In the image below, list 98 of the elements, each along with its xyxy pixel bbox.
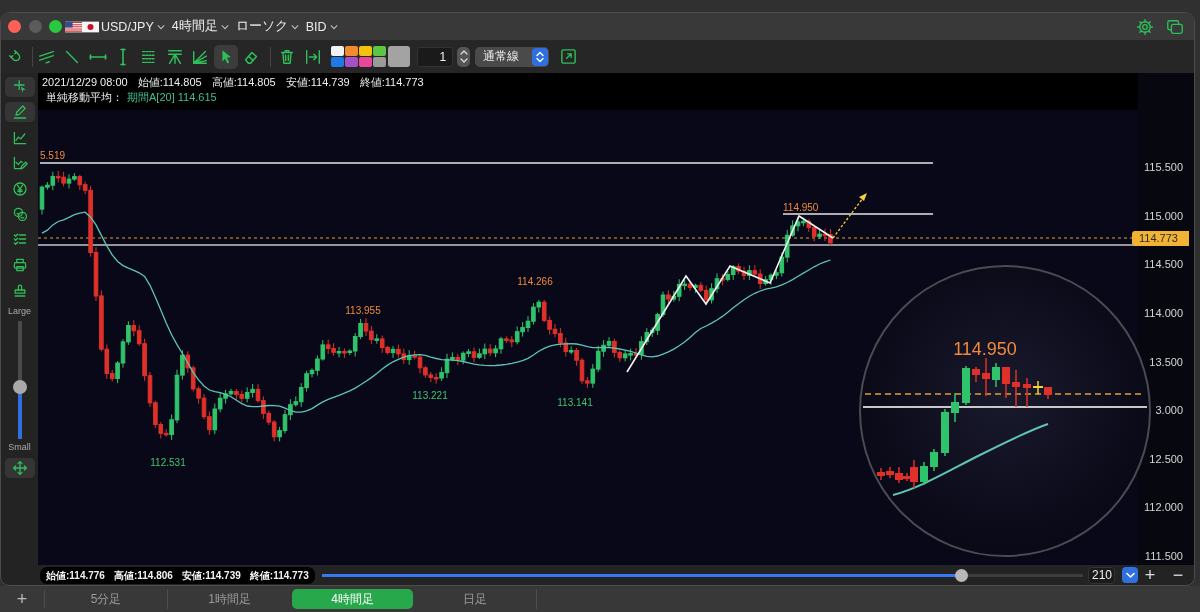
datetime-text: 2021/12/29 08:00 <box>42 75 128 90</box>
stepper-button[interactable] <box>457 46 471 67</box>
axis-label: 12.500 <box>1149 451 1183 466</box>
candle <box>972 366 980 383</box>
candle <box>1012 369 1020 408</box>
vertical-line-icon <box>120 47 127 66</box>
yen-coin-icon <box>11 180 28 197</box>
slider-thumb[interactable] <box>12 379 27 394</box>
color-swatch[interactable] <box>373 46 387 56</box>
price-label: 5.519 <box>40 150 66 161</box>
ohlc-value: 安値:114.739 <box>285 75 350 90</box>
indicator-label: 単純移動平均： <box>46 90 123 105</box>
price-label: 113.221 <box>412 390 448 401</box>
chevron-down-icon <box>290 23 299 30</box>
ohlc-value: 始値:114.776 <box>46 568 105 582</box>
arrow-to-bar-icon <box>303 47 322 66</box>
us-flag-icon <box>65 20 82 33</box>
axis-label: 13.500 <box>1149 354 1183 369</box>
color-swatch[interactable] <box>359 57 373 67</box>
current-price-tag: 114.773 <box>1132 231 1189 246</box>
axis-label: 114.000 <box>1144 306 1183 321</box>
timeframe-tab[interactable]: 日足 <box>414 589 537 609</box>
price-label: 114.950 <box>783 202 819 213</box>
line-style-dropdown[interactable]: 通常線 <box>475 46 550 67</box>
fan-lines-icon <box>165 47 184 66</box>
zoom-in-button[interactable]: + <box>1138 565 1162 585</box>
line-width-field[interactable]: 1 <box>417 46 454 67</box>
smiley-faces-icon <box>11 205 28 222</box>
zoom-out-button[interactable]: − <box>1166 565 1190 585</box>
ohlc-value: 安値:114.739 <box>181 568 241 582</box>
bar-count-dropdown[interactable] <box>1122 567 1138 583</box>
chevron-down-icon <box>156 23 165 30</box>
color-swatch[interactable] <box>331 46 345 56</box>
candle <box>962 365 970 406</box>
close-button[interactable] <box>8 20 21 33</box>
axis-label: 114.500 <box>1144 257 1183 272</box>
slider-thumb[interactable] <box>954 568 968 582</box>
axis-label: 115.500 <box>1144 160 1183 175</box>
symbol-dropdown[interactable]: USD/JPY <box>101 19 165 34</box>
dotted-arrow <box>832 193 867 239</box>
candle <box>992 362 1000 388</box>
add-tab-button[interactable]: + <box>0 590 45 608</box>
slider-label: Large <box>8 304 31 317</box>
slider-label: Small <box>8 440 31 453</box>
current-color-swatch[interactable] <box>388 46 411 67</box>
chevron-down-icon <box>1125 571 1135 579</box>
price-label: 114.950 <box>953 339 1017 359</box>
color-swatch[interactable] <box>345 46 359 56</box>
crosshair-pointer-icon <box>11 79 28 95</box>
axis-label: 111.500 <box>1144 549 1183 564</box>
bar-count-field[interactable]: 210 <box>1088 566 1115 584</box>
settings-icon[interactable] <box>1136 17 1154 36</box>
checklist-icon <box>11 231 28 248</box>
up-down-arrows-icon <box>532 47 549 66</box>
printer-icon <box>11 256 28 273</box>
ohlc-value: 終値:114.773 <box>249 568 309 582</box>
price-label: 114.266 <box>517 276 553 287</box>
color-swatch[interactable] <box>331 57 345 67</box>
candle <box>941 408 949 457</box>
chart-type-dropdown[interactable]: ローソク <box>235 18 299 35</box>
price-type-dropdown[interactable]: BID <box>305 19 338 34</box>
line-chart-icon <box>11 129 28 146</box>
pencil-icon <box>11 104 28 121</box>
ohlc-value: 高値:114.805 <box>211 75 276 90</box>
chevron-down-icon <box>329 23 338 30</box>
color-swatch[interactable] <box>345 57 359 67</box>
color-swatch[interactable] <box>373 57 387 67</box>
up-down-arrows-icon <box>459 50 468 63</box>
price-label: 113.141 <box>557 397 593 408</box>
candle <box>920 461 928 486</box>
axis-label: 3.000 <box>1155 403 1183 418</box>
zoom-button[interactable] <box>49 20 62 33</box>
timeframe-tab[interactable]: 1時間足 <box>168 589 291 609</box>
move-arrows-icon <box>11 459 28 476</box>
axis-label: 115.000 <box>1144 208 1183 223</box>
windows-icon[interactable] <box>1166 17 1184 36</box>
axis-label: 112.000 <box>1144 500 1183 515</box>
ohlc-value: 終値:114.773 <box>359 75 424 90</box>
move-tool[interactable] <box>4 457 35 478</box>
chart-pencil-icon <box>11 155 28 172</box>
chevron-down-icon <box>220 23 229 30</box>
timeframe-tab[interactable]: 5分足 <box>45 589 168 609</box>
color-swatch[interactable] <box>359 46 373 56</box>
indicator-value: 期間A[20] 114.615 <box>127 90 217 105</box>
candle <box>1002 366 1010 399</box>
crosshair-pointer-tool[interactable] <box>4 77 35 97</box>
pointer-tool[interactable] <box>213 44 238 69</box>
timeframe-dropdown[interactable]: 4時間足 <box>171 18 229 35</box>
candle <box>982 357 990 397</box>
candle <box>951 392 959 423</box>
candle <box>930 448 938 472</box>
japan-flag-icon <box>82 20 99 33</box>
price-label: 113.955 <box>345 305 381 316</box>
price-label: 112.531 <box>150 457 186 468</box>
ohlc-value: 高値:114.806 <box>113 568 173 582</box>
horizontal-line-icon <box>88 53 107 60</box>
ohlc-value: 始値:114.805 <box>137 75 202 90</box>
pencil-tool[interactable] <box>4 102 35 123</box>
